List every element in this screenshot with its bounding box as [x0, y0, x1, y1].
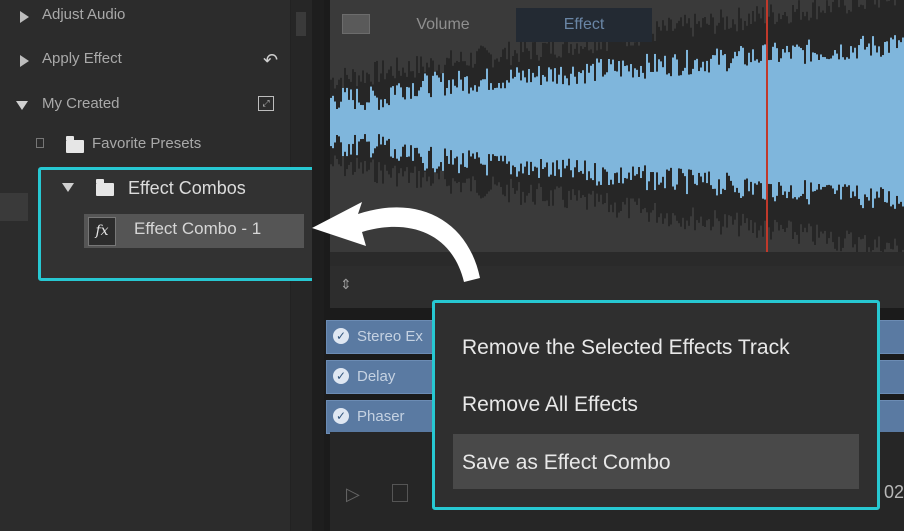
- menu-item-save-as-effect-combo[interactable]: Save as Effect Combo: [462, 451, 671, 475]
- stop-icon[interactable]: [392, 484, 408, 502]
- collapse-marker-icon: [36, 138, 44, 148]
- effect-track-row[interactable]: ✓ Phaser: [326, 400, 448, 434]
- effect-track-label: Stereo Ex: [357, 328, 423, 345]
- selection-strip: [0, 193, 28, 221]
- tree-item-label: Favorite Presets: [92, 135, 202, 152]
- scrollbar-thumb[interactable]: [296, 12, 306, 36]
- check-icon[interactable]: ✓: [333, 408, 349, 424]
- triangle-down-icon: [62, 183, 74, 192]
- tree-item-adjust-audio[interactable]: Adjust Audio: [0, 0, 290, 44]
- tree-item-label: My Created: [42, 95, 120, 112]
- tree-item-apply-effect[interactable]: Apply Effect ↶: [0, 44, 290, 88]
- check-icon[interactable]: ✓: [333, 368, 349, 384]
- play-icon[interactable]: ▷: [346, 484, 360, 505]
- effect-combos-folder[interactable]: Effect Combos: [128, 178, 246, 199]
- track-badge: [342, 14, 370, 34]
- triangle-right-icon: [20, 11, 29, 23]
- menu-item-remove-all-effects[interactable]: Remove All Effects: [462, 393, 638, 417]
- undo-icon[interactable]: ↶: [263, 50, 278, 71]
- triangle-down-icon: [16, 101, 28, 110]
- tree-item-label: Adjust Audio: [42, 6, 126, 23]
- folder-icon: [66, 136, 84, 153]
- effect-track-row[interactable]: ✓ Delay: [326, 360, 448, 394]
- folder-icon: [96, 179, 114, 196]
- curved-arrow-icon: [312, 202, 480, 282]
- tab-volume[interactable]: Volume: [388, 8, 498, 42]
- tab-effect[interactable]: Effect: [516, 8, 652, 42]
- effect-track-label: Phaser: [357, 408, 405, 425]
- tree-item-label: Apply Effect: [42, 50, 122, 67]
- tree-item-favorite-presets[interactable]: Favorite Presets: [0, 126, 290, 170]
- check-icon[interactable]: ✓: [333, 328, 349, 344]
- expand-icon[interactable]: ⤢: [258, 96, 274, 111]
- effect-combo-label: Effect Combo - 1: [134, 219, 262, 238]
- fx-icon: fx: [88, 217, 116, 246]
- triangle-right-icon: [20, 55, 29, 67]
- effect-track-label: Delay: [357, 368, 396, 385]
- timecode: 02: [884, 482, 904, 502]
- menu-item-remove-selected-effects-track[interactable]: Remove the Selected Effects Track: [462, 336, 790, 360]
- effect-track-row[interactable]: ✓ Stereo Ex: [326, 320, 448, 354]
